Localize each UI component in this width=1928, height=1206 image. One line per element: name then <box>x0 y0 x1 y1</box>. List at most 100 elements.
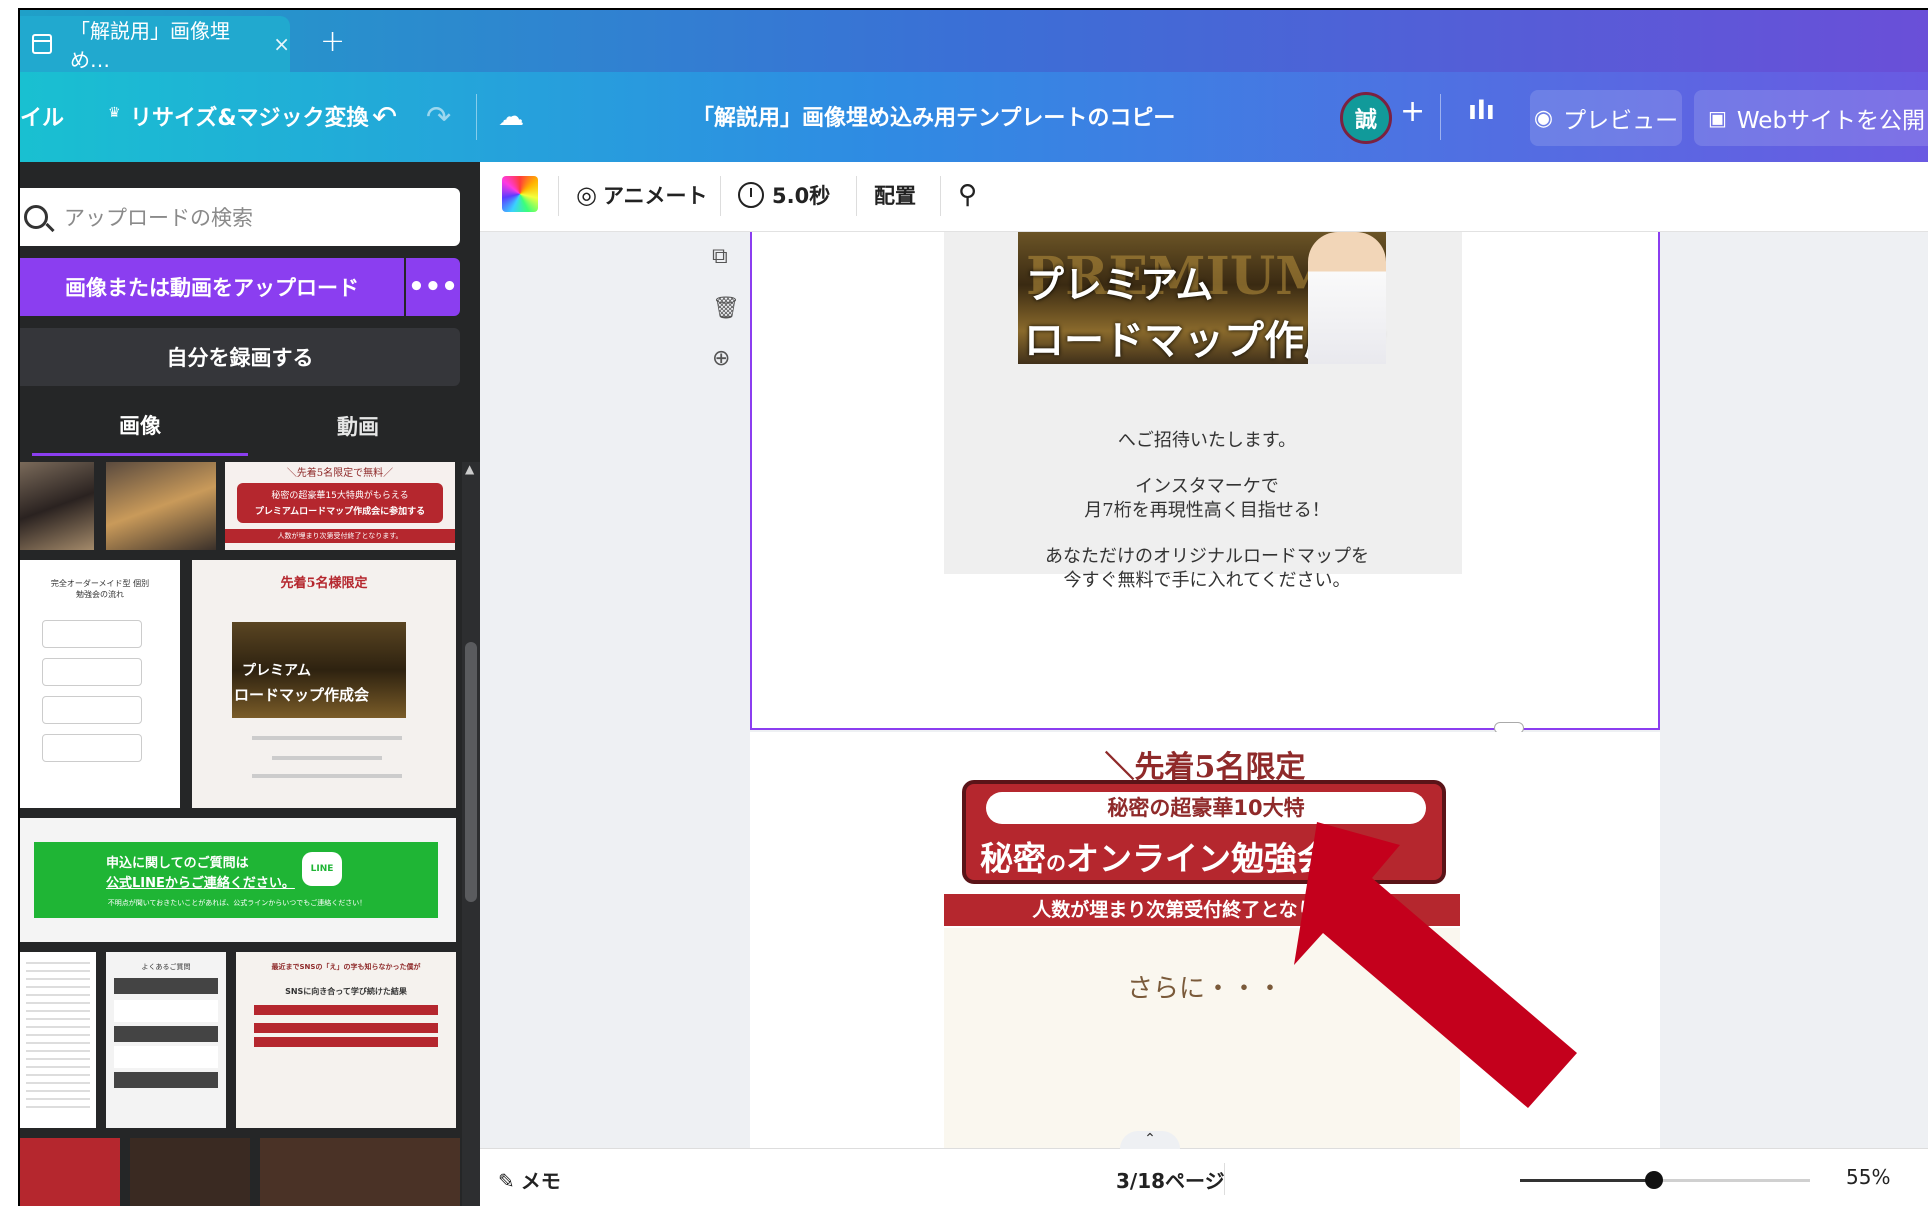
editor-footer: ⌃ ✎ メモ 3/18ページ 55% <box>480 1131 1928 1206</box>
duration-button[interactable]: 5.0秒 <box>738 180 830 210</box>
thumb-text: 完全オーダーメイド型 個別勉強会の流れ <box>50 579 150 599</box>
color-picker-swatch[interactable] <box>502 176 538 212</box>
editor-header: イル ♛ リサイズ&マジック変換 ↶ ↷ ☁ 「解説用」画像埋め込み用テンプレー… <box>20 72 1928 162</box>
notes-button[interactable]: ✎ メモ <box>498 1165 561 1194</box>
thumb-text: プレミアム <box>242 663 312 679</box>
publish-label: Webサイトを公開 <box>1736 108 1926 134</box>
search-icon <box>24 205 48 229</box>
footer-divider <box>1224 1163 1225 1195</box>
browser-tab[interactable]: 「解説用」画像埋め… × <box>20 16 290 72</box>
cloud-save-icon[interactable]: ☁ <box>498 102 524 132</box>
zoom-level[interactable]: 55% <box>1846 1165 1890 1189</box>
tab-favicon-icon <box>32 34 52 54</box>
app-window: 「解説用」画像埋め… × + イル ♛ リサイズ&マジック変換 ↶ ↷ ☁ 「解… <box>18 8 1928 1206</box>
toolbar-divider <box>558 176 559 216</box>
preview-button[interactable]: ◉ プレビュー <box>1530 90 1682 146</box>
thumbnail-wine-glasses[interactable] <box>106 462 216 550</box>
thumbnail-faq[interactable]: よくあるご質問 <box>106 952 226 1128</box>
banner-line-1: プレミアム <box>1026 262 1214 307</box>
avatar[interactable]: 誠 <box>1340 92 1392 144</box>
thumbnail-red-banner[interactable] <box>20 1138 120 1206</box>
search-input[interactable]: アップロードの検索 <box>20 188 460 246</box>
furthermore-text: さらに・・・ <box>1126 974 1283 1004</box>
uploads-panel: アップロードの検索 画像または動画をアップロード ••• 自分を録画する 画像 … <box>20 162 480 1206</box>
upload-media-button[interactable]: 画像または動画をアップロード <box>20 258 404 316</box>
redo-icon[interactable]: ↷ <box>426 100 451 135</box>
thumbnail-photo-grid-2[interactable] <box>260 1138 460 1206</box>
panel-scrollbar-thumb[interactable] <box>465 642 477 902</box>
upload-thumbnail-grid: ＼先着5名限定で無料／ 秘密の超豪華15大特典がもらえる プレミアムロードマップ… <box>20 462 460 1206</box>
paint-roller-icon[interactable]: ⚲ <box>958 180 977 210</box>
animate-button[interactable]: ◎ アニメート <box>576 180 708 210</box>
thumb-text: ＼先着5名限定で無料／ <box>286 468 394 479</box>
thumb-text: 申込に関してのご質問は <box>106 856 249 871</box>
page-indicator[interactable]: 3/18ページ <box>1116 1165 1225 1194</box>
invite-text: インスタマーケで <box>1135 476 1279 497</box>
upload-more-options-button[interactable]: ••• <box>406 258 460 316</box>
bonus-box: 秘密の超豪華10大特 秘密のオンライン勉強会 <box>962 780 1446 884</box>
page-4[interactable]: ＼先着5名限定 秘密の超豪華10大特 秘密のオンライン勉強会 人数が埋まり次第受… <box>750 732 1660 1148</box>
position-button[interactable]: 配置 <box>874 180 916 210</box>
file-menu[interactable]: イル <box>20 100 64 132</box>
duplicate-page-icon[interactable]: ⧉ <box>712 244 728 269</box>
bonus-pill-text: 秘密の超豪華10大特 <box>986 792 1426 824</box>
notes-label: メモ <box>520 1169 561 1193</box>
record-yourself-button[interactable]: 自分を録画する <box>20 328 460 386</box>
resize-magic-button[interactable]: リサイズ&マジック変換 <box>130 100 369 132</box>
thumbnail-line-contact[interactable]: 申込に関してのご質問は 公式LINEからご連絡ください。 LINE 不明点が聞い… <box>20 818 456 942</box>
toolbar-divider <box>856 176 857 216</box>
thumb-text: 秘密の超豪華15大特典がもらえる <box>271 491 409 501</box>
thumb-text: 人数が埋まり次第受付終了となります。 <box>225 529 455 543</box>
header-divider <box>476 94 477 140</box>
new-tab-button[interactable]: + <box>320 24 345 59</box>
browser-tab-bar: 「解説用」画像埋め… × + <box>20 10 1928 72</box>
thumbnail-photo-grid-1[interactable] <box>130 1138 250 1206</box>
position-label: 配置 <box>874 184 916 208</box>
thumbnail-flow-chart[interactable]: 完全オーダーメイド型 個別勉強会の流れ <box>20 560 180 808</box>
scroll-up-icon[interactable]: ▲ <box>465 462 474 476</box>
zoom-slider-knob[interactable] <box>1645 1171 1663 1189</box>
thumb-text: SNSに向き合って学び続けた結果 <box>285 987 407 996</box>
tab-images[interactable]: 画像 <box>32 396 248 456</box>
thumbnail-sns-story[interactable]: 最近までSNSの「え」の字も知らなかった僕が SNSに向き合って学び続けた結果 <box>236 952 456 1128</box>
tab-videos[interactable]: 動画 <box>250 396 466 456</box>
show-pages-chevron-icon[interactable]: ⌃ <box>1120 1131 1180 1149</box>
animate-icon: ◎ <box>576 181 597 209</box>
closing-notice-bar: 人数が埋まり次第受付終了となります。 <box>944 894 1460 926</box>
invite-text: へご招待いたします。 <box>1117 430 1297 451</box>
thumb-text: 最近までSNSの「え」の字も知らなかった僕が <box>271 963 421 971</box>
animate-label: アニメート <box>602 184 708 208</box>
publish-website-button[interactable]: ▣ Webサイトを公開 <box>1694 90 1928 146</box>
page-3[interactable]: PREMIUM プレミアム ロードマップ作成会 へご招待いたします。 インスタマ… <box>750 232 1660 730</box>
header-divider <box>1440 94 1441 140</box>
thumbnail-bottles-1[interactable] <box>20 462 94 550</box>
document-title[interactable]: 「解説用」画像埋め込み用テンプレートのコピー <box>692 100 1175 132</box>
add-page-icon[interactable]: ⊕ <box>712 346 730 371</box>
globe-icon: ▣ <box>1708 106 1727 130</box>
zoom-slider-fill <box>1520 1179 1654 1182</box>
insights-icon[interactable]: ılı <box>1468 96 1495 126</box>
delete-page-icon[interactable]: 🗑 <box>712 296 740 321</box>
design-canvas[interactable]: ⧉ 🗑 ⊕ PREMIUM プレミアム ロードマップ作成会 へご招待いたします。… <box>480 232 1928 1148</box>
invite-text: 今すぐ無料で手に入れてください。 <box>1063 570 1351 591</box>
undo-icon[interactable]: ↶ <box>372 100 397 135</box>
clock-icon <box>738 182 764 208</box>
search-placeholder: アップロードの検索 <box>64 206 253 230</box>
premium-roadmap-banner[interactable]: PREMIUM プレミアム ロードマップ作成会 <box>1018 232 1386 364</box>
bonus-section <box>944 928 1460 1148</box>
add-collaborator-button[interactable]: + <box>1400 94 1425 129</box>
thumb-text: ロードマップ作成会 <box>234 686 370 704</box>
thumb-text: 公式LINEからご連絡ください。 <box>106 876 295 891</box>
tab-title: 「解説用」画像埋め… <box>69 19 230 72</box>
invite-text: 月7桁を再現性高く目指せる！ <box>1084 500 1330 521</box>
zoom-slider[interactable] <box>1520 1171 1810 1189</box>
thumbnail-roadmap-lp[interactable]: 先着5名様限定 プレミアム ロードマップ作成会 <box>192 560 456 808</box>
element-toolbar: ◎ アニメート 5.0秒 配置 ⚲ <box>480 162 1928 232</box>
tab-close-icon[interactable]: × <box>273 32 290 56</box>
preview-label: プレビュー <box>1563 108 1679 134</box>
thumbnail-text-doc[interactable] <box>20 952 96 1128</box>
thumb-text: 不明点が聞いておきたいことがあれば、公式ラインからいつでもご連絡ください！ <box>107 899 367 907</box>
notes-icon: ✎ <box>498 1169 515 1193</box>
title-part: オンライン勉強会 <box>1066 839 1330 878</box>
thumbnail-free-banner[interactable]: ＼先着5名限定で無料／ 秘密の超豪華15大特典がもらえる プレミアムロードマップ… <box>225 462 455 550</box>
